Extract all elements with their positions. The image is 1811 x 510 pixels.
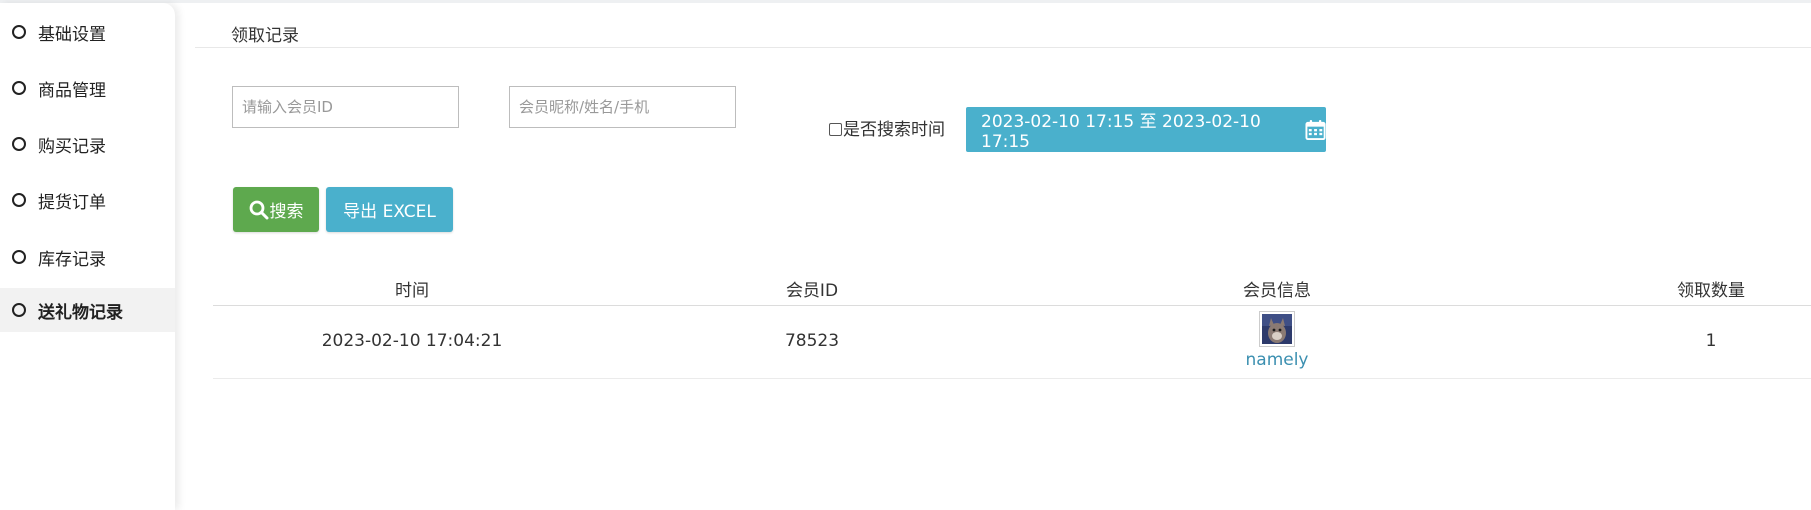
cell-time: 2023-02-10 17:04:21 [321, 331, 503, 351]
sidebar-item-gift-records[interactable]: 送礼物记录 [0, 288, 175, 332]
page-header: 领取记录 [195, 3, 1811, 48]
page-title: 领取记录 [231, 26, 299, 46]
avatar-image [1262, 314, 1292, 344]
cell-quantity: 1 [1705, 331, 1717, 351]
column-header-quantity: 领取数量 [1677, 281, 1745, 301]
sidebar-item-basic-settings[interactable]: 基础设置 [0, 10, 175, 54]
sidebar-item-inventory-records[interactable]: 库存记录 [0, 235, 175, 279]
export-excel-button[interactable]: 导出 EXCEL [326, 187, 453, 232]
sidebar-item-label: 库存记录 [38, 249, 106, 270]
cell-member-id: 78523 [784, 331, 840, 351]
circle-icon [12, 250, 26, 264]
sidebar-item-label: 商品管理 [38, 80, 106, 101]
sidebar-item-label: 送礼物记录 [38, 302, 123, 323]
sidebar-item-product-management[interactable]: 商品管理 [0, 66, 175, 110]
calendar-icon [1305, 119, 1326, 140]
sidebar: 基础设置 商品管理 购买记录 提货订单 库存记录 送礼物记录 [0, 3, 175, 510]
date-range-picker[interactable]: 2023-02-10 17:15 至 2023-02-10 17:15 [966, 107, 1326, 152]
search-time-checkbox-group[interactable]: 是否搜索时间 [829, 117, 949, 143]
sidebar-item-pickup-orders[interactable]: 提货订单 [0, 178, 175, 222]
circle-icon [12, 193, 26, 207]
table-header-divider [213, 305, 1811, 306]
circle-icon [12, 81, 26, 95]
sidebar-item-label: 提货订单 [38, 192, 106, 213]
table-row-divider [213, 378, 1811, 379]
circle-icon [12, 137, 26, 151]
date-range-text: 2023-02-10 17:15 至 2023-02-10 17:15 [981, 112, 1261, 152]
search-button-label: 搜索 [269, 202, 304, 222]
sidebar-item-purchase-records[interactable]: 购买记录 [0, 122, 175, 166]
search-time-checkbox[interactable] [829, 123, 842, 136]
member-nickname-link[interactable]: namely [1227, 350, 1327, 370]
column-header-member-info: 会员信息 [1243, 281, 1311, 301]
column-header-member-id: 会员ID [785, 281, 839, 301]
search-button[interactable]: 搜索 [233, 187, 319, 232]
search-icon [249, 200, 268, 219]
circle-icon [12, 25, 26, 39]
avatar [1259, 311, 1295, 347]
sidebar-item-label: 购买记录 [38, 136, 106, 157]
member-name-input[interactable] [509, 86, 736, 128]
column-header-time: 时间 [395, 281, 429, 301]
search-time-label: 是否搜索时间 [843, 120, 945, 140]
member-id-input[interactable] [232, 86, 459, 128]
export-button-label: 导出 EXCEL [343, 202, 436, 222]
sidebar-item-label: 基础设置 [38, 24, 106, 45]
circle-icon [12, 303, 26, 317]
